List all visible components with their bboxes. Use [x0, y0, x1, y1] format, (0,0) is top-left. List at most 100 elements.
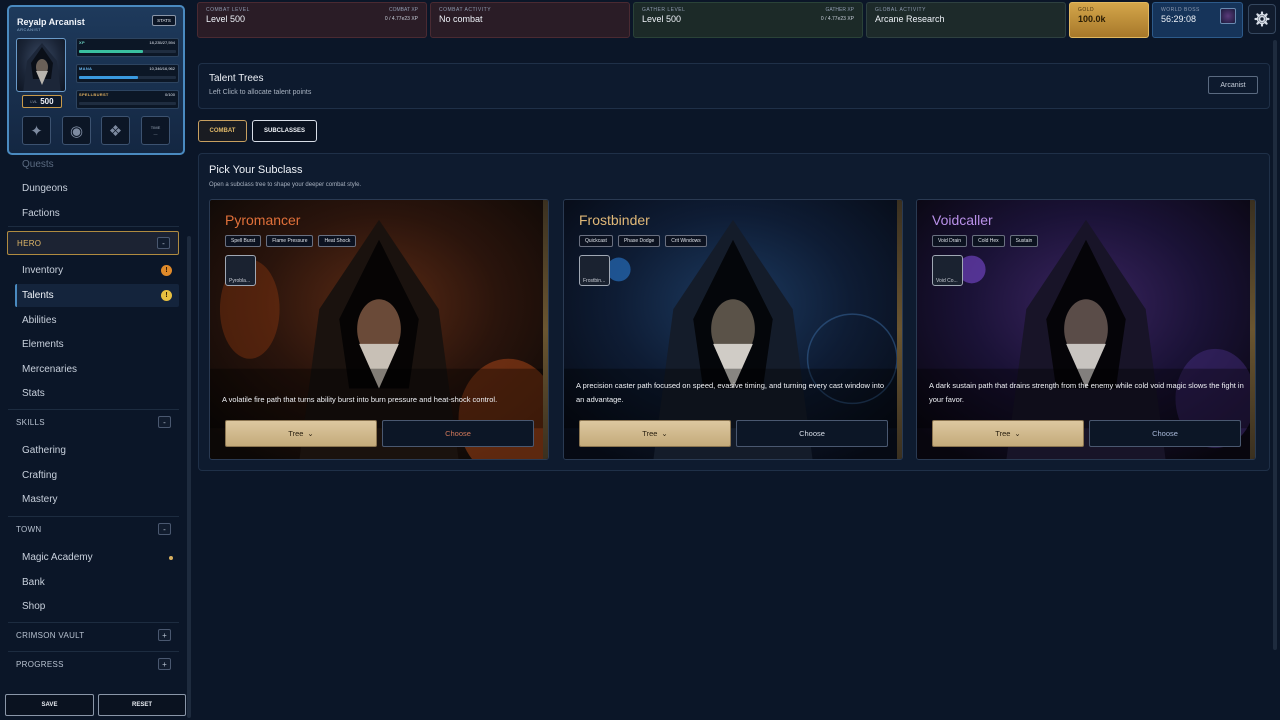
subclass-tag: Crit Windows — [665, 235, 707, 247]
combat-xp-value: 0 / 4.77e23 XP — [384, 16, 418, 22]
shield-icon: ◉ — [69, 122, 84, 140]
class-button[interactable]: Arcanist — [1208, 76, 1258, 94]
gather-xp-value: 0 / 4.77e23 XP — [820, 16, 854, 22]
sidebar-item-bank[interactable]: Bank — [22, 577, 45, 588]
global-activity-box: GLOBAL ACTIVITY Arcane Research — [866, 2, 1066, 38]
subclass-tag: Heat Shock — [318, 235, 357, 247]
section-hero[interactable]: HERO - — [7, 231, 179, 255]
page-subtitle: Left Click to allocate talent points — [209, 89, 312, 96]
subclass-name: Voidcaller — [932, 212, 993, 228]
subclass-icon-label: Frostbin... — [583, 278, 606, 284]
sidebar-item-mastery[interactable]: Mastery — [22, 494, 58, 505]
tree-button[interactable]: Tree ⌄ — [225, 420, 377, 447]
talent-trees-header: Talent Trees Left Click to allocate tale… — [198, 63, 1270, 109]
sidebar-item-quests[interactable]: Quests — [22, 159, 54, 170]
player-card: Reyalp Arcanist ARCANIST STATS LVL 500 X… — [7, 5, 185, 155]
section-crimson-vault[interactable]: CRIMSON VAULT — [8, 631, 179, 640]
save-button[interactable]: SAVE — [5, 694, 94, 716]
section-progress-label: PROGRESS — [16, 660, 64, 669]
sidebar-item-talents[interactable]: Talents — [22, 290, 54, 301]
skills-collapse-button[interactable]: - — [158, 416, 171, 428]
sidebar-item-dungeons[interactable]: Dungeons — [22, 183, 68, 194]
subclass-tag: Flame Pressure — [266, 235, 314, 247]
choose-button[interactable]: Choose — [382, 420, 534, 447]
ability-slot-2[interactable]: ◉ — [62, 116, 91, 145]
choose-button[interactable]: Choose — [736, 420, 888, 447]
ability-slot-3[interactable]: ❖ — [101, 116, 130, 145]
reset-button[interactable]: RESET — [98, 694, 186, 716]
sidebar-scrollbar[interactable] — [187, 236, 191, 718]
subclass-card-pyromancer: Pyromancer Spell Burst Flame Pressure He… — [209, 199, 549, 460]
section-skills[interactable]: SKILLS — [8, 418, 179, 427]
tree-button-label: Tree — [642, 429, 658, 438]
sidebar-item-elements[interactable]: Elements — [22, 339, 64, 350]
pyroblast-icon[interactable]: Pyrobla... — [225, 255, 256, 286]
magic-academy-dot — [169, 556, 173, 560]
section-town[interactable]: TOWN — [8, 525, 179, 534]
world-boss-icon — [1220, 8, 1236, 24]
tree-button[interactable]: Tree ⌄ — [932, 420, 1084, 447]
sidebar-item-magic-academy[interactable]: Magic Academy — [22, 552, 93, 563]
chevron-down-icon: ⌄ — [1014, 429, 1021, 438]
hero-collapse-button[interactable]: - — [157, 237, 170, 249]
tab-subclasses[interactable]: SUBCLASSES — [252, 120, 317, 142]
global-activity-label: GLOBAL ACTIVITY — [875, 7, 926, 13]
tree-button-label: Tree — [995, 429, 1011, 438]
level-box: LVL 500 — [22, 95, 62, 108]
subclass-description: A dark sustain path that drains strength… — [929, 381, 1244, 404]
sidebar-item-gathering[interactable]: Gathering — [22, 445, 66, 456]
sidebar-item-abilities[interactable]: Abilities — [22, 315, 56, 326]
void-coil-icon[interactable]: Void Co... — [932, 255, 963, 286]
subclass-title: Pick Your Subclass — [209, 164, 303, 176]
gather-level-label: GATHER LEVEL — [642, 7, 686, 13]
star-icon: ✦ — [30, 122, 43, 140]
subclass-tag: Void Drain — [932, 235, 968, 247]
sidebar-item-factions[interactable]: Factions — [22, 208, 60, 219]
sidebar-item-crafting[interactable]: Crafting — [22, 470, 57, 481]
global-activity-value: Arcane Research — [875, 14, 945, 24]
chevron-down-icon: ⌄ — [661, 429, 668, 438]
time-label: TIME — [150, 124, 161, 130]
xp-label: XP — [79, 40, 85, 45]
gear-icon[interactable] — [1248, 4, 1276, 34]
section-crimson-vault-label: CRIMSON VAULT — [16, 631, 85, 640]
mana-label: MANA — [79, 66, 93, 71]
spellburst-bar: SPELLBURST 0/100 — [76, 90, 179, 109]
main-scrollbar[interactable] — [1273, 40, 1277, 650]
sidebar-item-shop[interactable]: Shop — [22, 601, 45, 612]
progress-expand-button[interactable]: + — [158, 658, 171, 670]
subclass-description: A precision caster path focused on speed… — [576, 381, 885, 404]
time-slot: TIME — — [141, 116, 170, 145]
world-boss-box[interactable]: WORLD BOSS 56:29:08 — [1152, 2, 1243, 38]
combat-level-box: COMBAT LEVEL Level 500 COMBAT XP 0 / 4.7… — [197, 2, 427, 38]
gather-level-box: GATHER LEVEL Level 500 GATHER XP 0 / 4.7… — [633, 2, 863, 38]
subclass-name: Pyromancer — [225, 212, 301, 228]
rune-icon: ❖ — [108, 122, 123, 140]
crimson-vault-expand-button[interactable]: + — [158, 629, 171, 641]
level-label: LVL — [30, 99, 38, 104]
sidebar-item-inventory[interactable]: Inventory — [22, 265, 63, 276]
talents-alert-badge: ! — [161, 290, 172, 301]
section-skills-label: SKILLS — [16, 418, 45, 427]
stats-button[interactable]: STATS — [152, 15, 176, 26]
xp-bar: XP 18,235/27,594 — [76, 38, 179, 57]
section-progress[interactable]: PROGRESS — [8, 660, 179, 669]
level-value: 500 — [40, 97, 54, 106]
tab-combat[interactable]: COMBAT — [198, 120, 247, 142]
tree-button[interactable]: Tree ⌄ — [579, 420, 731, 447]
spellburst-value: 0/100 — [164, 92, 175, 97]
time-value: — — [153, 130, 158, 136]
tree-button-label: Tree — [288, 429, 304, 438]
page-title: Talent Trees — [209, 73, 264, 84]
combat-xp-label: COMBAT XP — [389, 7, 418, 13]
subclass-name: Frostbinder — [579, 212, 650, 228]
sidebar-item-mercenaries[interactable]: Mercenaries — [22, 364, 77, 375]
combat-activity-box: COMBAT ACTIVITY No combat — [430, 2, 630, 38]
town-collapse-button[interactable]: - — [158, 523, 171, 535]
sidebar-item-stats[interactable]: Stats — [22, 388, 45, 399]
frostbind-icon[interactable]: Frostbin... — [579, 255, 610, 286]
choose-button[interactable]: Choose — [1089, 420, 1241, 447]
player-name: Reyalp Arcanist — [17, 17, 85, 27]
ability-slot-1[interactable]: ✦ — [22, 116, 51, 145]
subclass-icon-label: Void Co... — [936, 278, 958, 284]
